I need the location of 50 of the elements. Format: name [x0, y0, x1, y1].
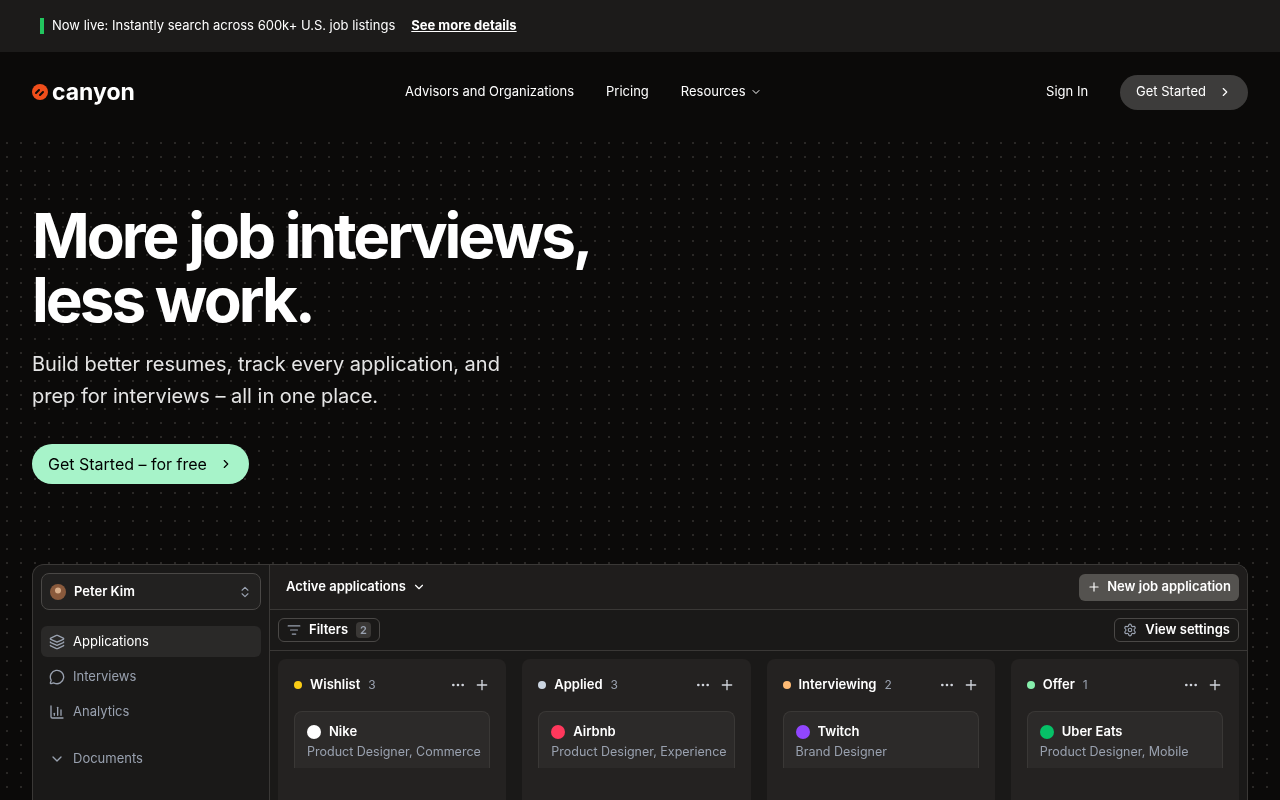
- application-card[interactable]: Nike Product Designer, Commerce: [294, 711, 491, 768]
- filters-button[interactable]: Filters 2: [278, 618, 380, 642]
- sidebar-item[interactable]: Analytics: [41, 696, 261, 727]
- job-role: Product Designer, Commerce: [307, 743, 478, 760]
- company-name: Uber Eats: [1061, 722, 1123, 741]
- sidebar-item[interactable]: Documents: [41, 743, 261, 774]
- sidebar-item[interactable]: Interviews: [41, 661, 261, 692]
- column-title: Offer: [1042, 675, 1075, 695]
- filter-count: 2: [356, 621, 371, 639]
- column-title: Interviewing: [798, 675, 877, 695]
- application-card[interactable]: Twitch Brand Designer: [782, 711, 979, 768]
- column-count: 1: [1082, 676, 1088, 694]
- nav-link[interactable]: Advisors and Organizations: [405, 82, 575, 102]
- accent-bar: [40, 18, 44, 34]
- company-name: Airbnb: [573, 722, 616, 741]
- logo-text[interactable]: canyon: [52, 80, 135, 104]
- bar-chart-icon: [49, 703, 65, 720]
- column-title: Applied: [554, 675, 603, 695]
- application-card[interactable]: Uber Eats Product Designer, Mobile: [1026, 711, 1223, 768]
- details-link[interactable]: See more details: [411, 16, 517, 36]
- view-settings-button[interactable]: View settings: [1114, 618, 1239, 642]
- new-application-button[interactable]: New job application: [1079, 573, 1239, 601]
- plus-icon[interactable]: [1207, 677, 1223, 693]
- sign-in-link[interactable]: Sign In: [1046, 82, 1089, 102]
- column-count: 3: [368, 676, 376, 694]
- job-role: Brand Designer: [795, 743, 888, 760]
- free-signup-button[interactable]: Get Started – for free: [32, 444, 249, 484]
- hero-subtitle: Build better resumes, track every application, and prep for interviews – all in one place.: [32, 351, 501, 410]
- company-name: Twitch: [817, 722, 860, 741]
- logo-icon: [32, 84, 48, 100]
- account-switcher[interactable]: Peter Kim: [41, 573, 261, 610]
- sidebar-item[interactable]: Applications: [41, 626, 261, 657]
- avatar: [50, 583, 66, 600]
- job-role: Product Designer, Mobile: [1039, 743, 1190, 760]
- layers-icon: [49, 633, 65, 650]
- nav-link[interactable]: Pricing: [606, 82, 649, 102]
- nav-link[interactable]: Resources: [680, 82, 762, 102]
- get-started-button[interactable]: Get Started: [1120, 74, 1248, 110]
- chat-icon: [49, 668, 65, 685]
- plus-icon: [1087, 580, 1102, 594]
- company-name: Nike: [329, 722, 358, 741]
- filter-icon: [287, 623, 301, 637]
- view-selector[interactable]: Active applications: [286, 577, 426, 597]
- column-title: Wishlist: [310, 675, 361, 695]
- announcement-text: Now live: Instantly search across 600k+ U.S. job listings: [52, 16, 396, 36]
- column-count: 3: [610, 676, 618, 694]
- column-count: 2: [884, 676, 892, 694]
- hero-title: More job interviews, less work.: [32, 204, 592, 332]
- application-card[interactable]: Airbnb Product Designer, Experience: [538, 711, 735, 768]
- settings-icon: [1123, 623, 1138, 637]
